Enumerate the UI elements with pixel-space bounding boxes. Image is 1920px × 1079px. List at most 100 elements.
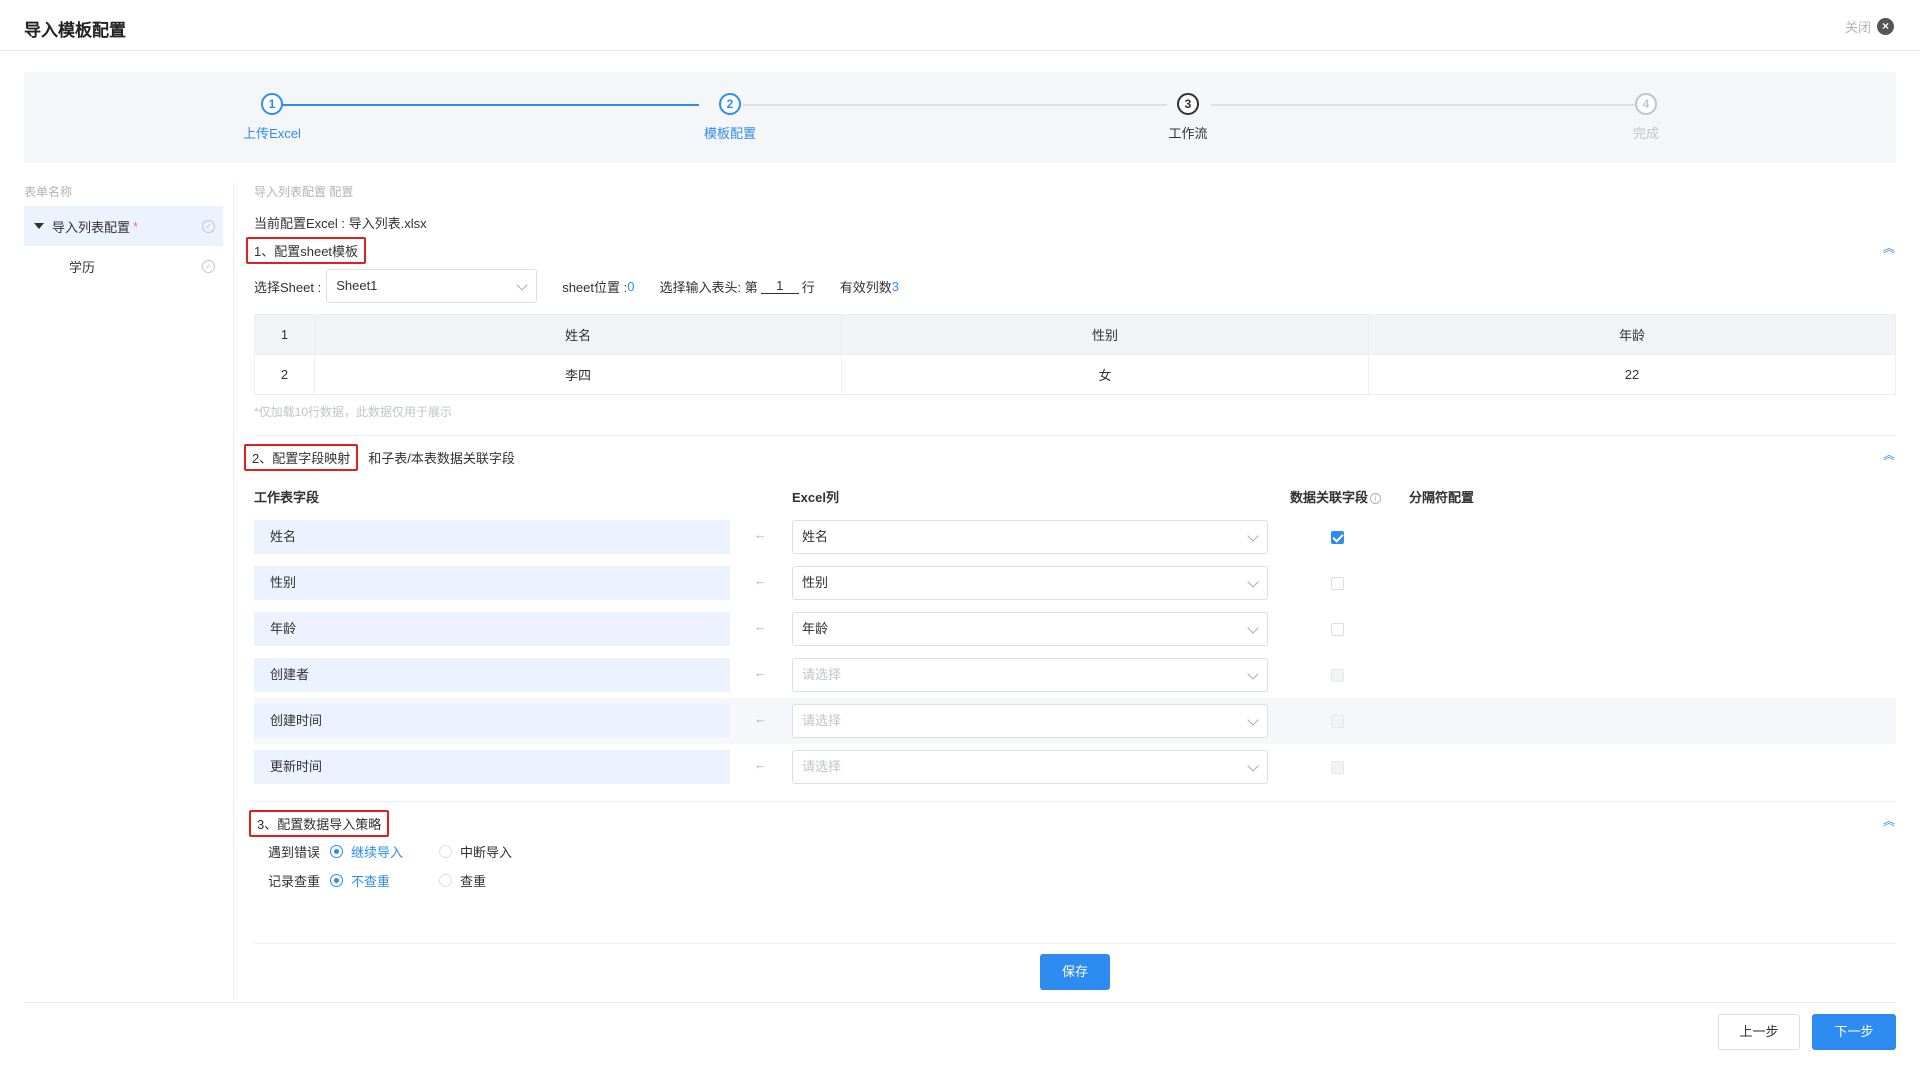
relation-checkbox[interactable]: [1331, 623, 1344, 636]
column-header-field: 工作表字段: [254, 490, 320, 505]
table-cell: 性别: [841, 314, 1369, 355]
step-number: 3: [1177, 93, 1199, 115]
chevron-down-icon: [1247, 668, 1259, 680]
radio-no-dedup[interactable]: 不查重: [330, 871, 390, 890]
mapping-row: 创建时间 ← 请选择: [254, 698, 1896, 744]
close-button[interactable]: 关闭 ×: [1845, 17, 1894, 36]
header-row-input[interactable]: 1: [760, 278, 799, 294]
chevron-down-icon: [1247, 760, 1259, 772]
preview-note: *仅加载10行数据，此数据仅用于展示: [254, 405, 453, 419]
relation-checkbox[interactable]: [1331, 577, 1344, 590]
step-label: 上传Excel: [243, 126, 301, 141]
worksheet-field: 更新时间: [254, 750, 730, 784]
section-mapping-title: 2、配置字段映射 和子表/本表数据关联字段: [244, 444, 515, 471]
worksheet-field: 年龄: [254, 612, 730, 646]
mapping-row: 创建者 ← 请选择: [254, 652, 1896, 698]
steps-bar: 1 上传Excel 2 模板配置 3 工作流 4 完成: [24, 72, 1896, 163]
chevron-down-icon: [1247, 530, 1259, 542]
radio-label: 不查重: [351, 874, 391, 889]
relation-checkbox[interactable]: [1331, 715, 1344, 728]
current-excel-label: 当前配置Excel :: [254, 216, 349, 231]
sidebar-item-education[interactable]: 学历 ✓: [24, 246, 223, 286]
relation-checkbox[interactable]: [1331, 531, 1344, 544]
caret-down-icon[interactable]: [34, 223, 44, 229]
worksheet-field: 性别: [254, 566, 730, 600]
excel-column-select[interactable]: 请选择: [792, 750, 1268, 784]
save-button[interactable]: 保存: [1040, 954, 1110, 990]
arrow-left-icon: ←: [754, 711, 767, 726]
step-connector: [275, 104, 699, 106]
section-divider: [254, 435, 1896, 436]
step-label: 完成: [1632, 126, 1659, 141]
section-title-text: 3、配置数据导入策略: [249, 810, 390, 837]
sidebar-title: 表单名称: [24, 185, 73, 199]
required-mark: *: [133, 218, 139, 234]
step-template-config: 2 模板配置: [670, 93, 790, 142]
excel-column-value: 性别: [802, 575, 829, 590]
valid-columns-value: 3: [891, 278, 899, 294]
valid-columns-label: 有效列数: [839, 279, 892, 295]
sidebar-item-import-list[interactable]: 导入列表配置 * ✓: [24, 206, 223, 246]
sheet-preview-table: 1 姓名 性别 年龄 2 李四 女 22: [254, 314, 1896, 395]
radio-label: 查重: [460, 874, 487, 889]
info-icon[interactable]: i: [1370, 493, 1382, 505]
collapse-up-icon[interactable]: ︽: [1882, 241, 1896, 255]
relation-checkbox[interactable]: [1331, 669, 1344, 682]
chevron-down-icon: [516, 279, 528, 291]
header-row-prefix: 选择输入表头: 第: [659, 279, 758, 295]
mapping-row: 姓名 ← 姓名: [254, 514, 1896, 560]
next-step-button[interactable]: 下一步: [1812, 1014, 1896, 1050]
excel-column-select[interactable]: 请选择: [792, 658, 1268, 692]
error-strategy-row: 遇到错误 继续导入 中断导入: [268, 842, 512, 861]
section-title-text: 1、配置sheet模板: [246, 237, 367, 264]
sheet-select[interactable]: Sheet1: [326, 269, 538, 303]
excel-column-select[interactable]: 性别: [792, 566, 1268, 600]
relation-checkbox[interactable]: [1331, 761, 1344, 774]
step-connector: [1211, 104, 1635, 106]
chevron-down-icon: [1247, 714, 1259, 726]
worksheet-field: 姓名: [254, 520, 730, 554]
prev-step-button[interactable]: 上一步: [1718, 1014, 1800, 1050]
error-strategy-label: 遇到错误: [268, 845, 321, 860]
excel-column-placeholder: 请选择: [802, 759, 842, 774]
current-excel: 当前配置Excel : 导入列表.xlsx: [254, 213, 427, 232]
arrow-left-icon: ←: [754, 527, 767, 542]
excel-column-select[interactable]: 姓名: [792, 520, 1268, 554]
excel-column-placeholder: 请选择: [802, 713, 842, 728]
table-cell: 2: [254, 354, 315, 395]
step-number: 2: [719, 93, 741, 115]
step-number: 4: [1635, 93, 1657, 115]
worksheet-field: 创建者: [254, 658, 730, 692]
radio-dedup[interactable]: 查重: [439, 871, 486, 890]
section-sheet-title: 1、配置sheet模板: [246, 237, 367, 264]
excel-column-placeholder: 请选择: [802, 667, 842, 682]
excel-column-select[interactable]: 年龄: [792, 612, 1268, 646]
sidebar-item-label: 导入列表配置: [52, 219, 131, 235]
radio-dot: [439, 845, 453, 858]
step-label: 模板配置: [703, 126, 756, 141]
radio-continue-import[interactable]: 继续导入: [330, 842, 403, 861]
breadcrumb: 导入列表配置 配置: [254, 185, 354, 199]
radio-abort-import[interactable]: 中断导入: [439, 842, 512, 861]
chevron-down-icon: [1247, 576, 1259, 588]
collapse-up-icon[interactable]: ︽: [1882, 448, 1896, 462]
table-cell: 1: [254, 314, 315, 355]
step-number: 1: [261, 93, 283, 115]
close-icon[interactable]: ×: [1877, 18, 1894, 35]
table-cell: 年龄: [1368, 314, 1896, 355]
column-header-relation: 数据关联字段 i: [1290, 487, 1382, 506]
step-complete: 4 完成: [1586, 93, 1706, 142]
collapse-up-icon[interactable]: ︽: [1882, 814, 1896, 828]
section-title-text: 2、配置字段映射: [244, 444, 359, 471]
check-circle-icon: ✓: [202, 220, 215, 233]
radio-dot: [330, 845, 344, 858]
radio-label: 中断导入: [460, 845, 513, 860]
table-cell: 女: [841, 354, 1369, 395]
excel-column-value: 年龄: [802, 621, 829, 636]
arrow-left-icon: ←: [754, 757, 767, 772]
main-content: 导入列表配置 配置 当前配置Excel : 导入列表.xlsx 1、配置shee…: [244, 183, 1896, 944]
table-header-row: 1 姓名 性别 年龄: [254, 314, 1896, 355]
excel-column-select[interactable]: 请选择: [792, 704, 1268, 738]
column-header-separator: 分隔符配置: [1409, 490, 1475, 505]
sheet-position-label: sheet位置 :: [562, 279, 628, 295]
